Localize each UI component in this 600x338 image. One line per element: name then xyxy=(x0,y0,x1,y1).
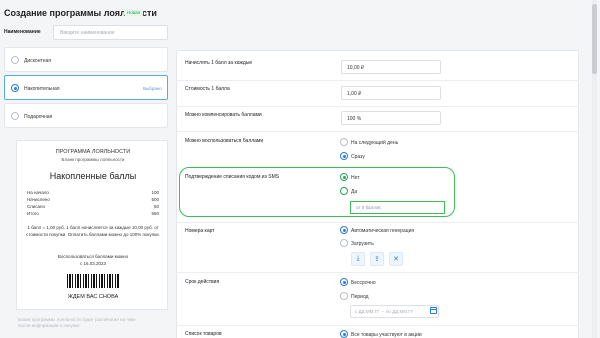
radio-next-day[interactable] xyxy=(340,138,348,146)
preview-row: На начало 100 xyxy=(27,190,159,195)
program-type-label: Дисконтная xyxy=(24,58,52,64)
radio-gift[interactable] xyxy=(11,112,19,120)
radio-all-goods[interactable] xyxy=(340,330,348,338)
option-upload-label: Загрузить xyxy=(351,241,374,247)
option-immediately-label: Сразу xyxy=(351,154,365,160)
period-date-range[interactable]: с ДД.ММ.ГГ – по ДД.ММ.ГГ xyxy=(350,305,439,318)
divider xyxy=(176,106,579,107)
program-type-cumulative[interactable]: Накопительная Выбрано xyxy=(4,75,168,100)
option-unlimited-label: Бессрочно xyxy=(351,280,376,286)
radio-cumulative[interactable] xyxy=(11,84,19,92)
date-from[interactable]: с ДД.ММ.ГГ xyxy=(355,309,379,314)
radio-discount[interactable] xyxy=(11,56,19,64)
compensate-label: Можно компенсировать баллами xyxy=(185,112,262,118)
cards-label: Номера карт xyxy=(185,228,215,234)
radio-sms-no[interactable] xyxy=(340,173,348,181)
option-auto-generate-label: Автоматическая генерация xyxy=(351,228,415,234)
scrollbar-thumb[interactable] xyxy=(592,4,597,74)
preview-subtitle: Бланк программы лояльности xyxy=(61,157,125,162)
option-sms-no-label: Нет xyxy=(351,175,360,181)
option-all-goods-label: Все товары участвуют в акции xyxy=(351,332,422,338)
divider xyxy=(176,80,579,81)
divider xyxy=(176,325,579,326)
sms-label: Подтверждение списания кодом из SMS xyxy=(185,174,280,180)
option-period-label: Период xyxy=(351,294,369,300)
preview-row: Начислено 500 xyxy=(27,197,159,202)
program-type-label: Подарочная xyxy=(24,114,53,120)
accrue-input[interactable]: 10,00 ₽ xyxy=(341,60,441,74)
program-type-label: Накопительная xyxy=(24,86,60,92)
preview-heading: Накопленные баллы xyxy=(49,171,137,181)
option-next-day-label: На следующий день xyxy=(351,140,399,146)
radio-auto-generate[interactable] xyxy=(340,226,348,234)
status-badge: Новая xyxy=(124,9,144,16)
goods-label: Список товаров xyxy=(185,331,222,337)
radio-upload[interactable] xyxy=(340,239,348,247)
preview-footnote: Бланк программы лояльности будет распеча… xyxy=(18,317,136,328)
date-to[interactable]: по ДД.ММ.ГГ xyxy=(386,309,413,314)
selected-hint: Выбрано xyxy=(143,86,162,91)
accrue-label: Начислять 1 балл за каждые xyxy=(185,60,253,66)
preview-use-line1: Воспользоваться баллами можно xyxy=(57,254,129,259)
receipt-preview: ПРОГРАММА ЛОЯЛЬНОСТИ Бланк программы лоя… xyxy=(16,140,168,310)
radio-immediately[interactable] xyxy=(340,152,348,160)
name-label: Наименование xyxy=(4,29,41,35)
preview-barcode-text: ЖДЕМ ВАС СНОВА xyxy=(67,294,119,300)
preview-title: ПРОГРАММА ЛОЯЛЬНОСТИ xyxy=(55,149,131,155)
option-sms-yes-label: Да xyxy=(351,189,358,195)
file-upload-icon[interactable]: ⇪ xyxy=(370,252,384,266)
preview-row: Списано 50 xyxy=(27,204,159,209)
calendar-icon[interactable] xyxy=(430,307,437,314)
trash-icon[interactable]: ✕ xyxy=(389,252,403,266)
program-type-gift[interactable]: Подарочная xyxy=(4,103,168,128)
cost-label: Стоимость 1 балла xyxy=(185,86,230,92)
divider xyxy=(176,222,579,223)
compensate-input[interactable]: 100 % xyxy=(341,111,441,125)
radio-sms-yes[interactable] xyxy=(340,187,348,195)
divider xyxy=(176,272,579,273)
preview-use-line2: с 16.03.2023 xyxy=(79,261,107,266)
radio-period[interactable] xyxy=(340,292,348,300)
usage-label: Можно воспользоваться баллами xyxy=(185,138,264,144)
radio-unlimited[interactable] xyxy=(340,278,348,286)
cost-input[interactable]: 1,00 ₽ xyxy=(341,86,441,100)
validity-label: Срок действия xyxy=(185,279,220,285)
sms-threshold-input[interactable]: от 0 баллов xyxy=(350,201,445,214)
barcode-image xyxy=(67,274,119,288)
preview-description: 1 балл = 1,00 руб. 1 балл начисляется за… xyxy=(26,225,160,237)
preview-row: Итого 550 xyxy=(27,211,159,216)
program-type-discount[interactable]: Дисконтная xyxy=(4,47,168,72)
divider xyxy=(176,131,579,132)
name-input[interactable]: Введите наименование xyxy=(53,25,168,40)
download-template-icon[interactable]: ⤓ xyxy=(351,252,365,266)
